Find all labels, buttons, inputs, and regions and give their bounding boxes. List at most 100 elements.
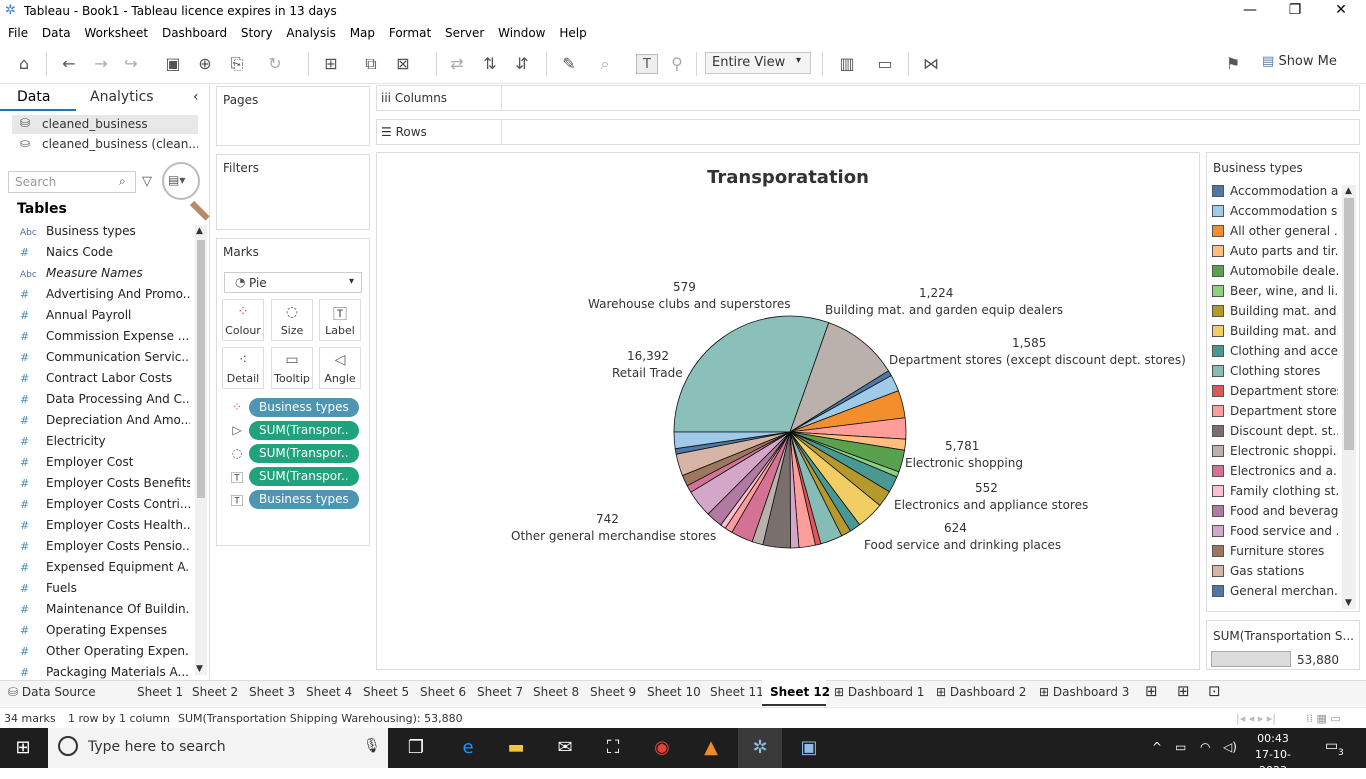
taskbar-clock[interactable]: 00:43 17-10-2023	[1248, 731, 1298, 779]
tab-data[interactable]: Data	[17, 89, 50, 105]
new-dashboard-icon[interactable]: ⊞	[1177, 682, 1190, 700]
colour-button[interactable]: ⁘ Colour	[222, 299, 264, 341]
tab-sheet-4[interactable]: Sheet 4	[306, 685, 352, 699]
swap-icon[interactable]: ⇄	[446, 54, 468, 74]
sort-descending-icon[interactable]: ⇵	[511, 54, 533, 74]
tab-analytics[interactable]: Analytics	[90, 89, 154, 105]
redo-icon[interactable]: →	[90, 54, 112, 74]
network-icon[interactable]: ▭	[1175, 740, 1186, 754]
sort-ascending-icon[interactable]: ⇅	[479, 54, 501, 74]
clear-sheet-icon[interactable]: ⊠	[392, 54, 414, 74]
legend-item[interactable]: Clothing and acce...	[1212, 344, 1338, 362]
datasource-item[interactable]: ⛁ cleaned_business	[12, 115, 198, 134]
field-item[interactable]: # Operating Expenses	[20, 623, 190, 643]
pause-updates-icon[interactable]: ⎘	[226, 54, 248, 74]
tab-sheet-9[interactable]: Sheet 9	[590, 685, 636, 699]
field-item[interactable]: Abc Measure Names	[20, 266, 190, 286]
scroll-up-icon[interactable]: ▲	[1345, 186, 1352, 196]
field-item[interactable]: # Advertising And Promo...	[20, 287, 190, 307]
sheet-sorter-icon[interactable]: ⁞⁞ ▦ ▭	[1306, 712, 1341, 725]
legend-item[interactable]: Accommodation a...	[1212, 184, 1338, 202]
new-worksheet-icon[interactable]: ⊞	[1145, 682, 1158, 700]
volume-icon[interactable]: ◁)	[1223, 740, 1237, 754]
legend-item[interactable]: Building mat. and...	[1212, 324, 1338, 342]
scrollbar-thumb[interactable]	[1344, 198, 1354, 450]
legend-item[interactable]: Auto parts and tir...	[1212, 244, 1338, 262]
scrollbar-thumb[interactable]	[197, 240, 205, 498]
minimize-button[interactable]: —	[1230, 2, 1270, 22]
legend-item[interactable]: Electronic shoppi...	[1212, 444, 1338, 462]
field-item[interactable]: # Employer Costs Health...	[20, 518, 190, 538]
scroll-down-icon[interactable]: ▼	[196, 664, 203, 674]
field-item[interactable]: # Fuels	[20, 581, 190, 601]
show-labels-icon[interactable]: T	[636, 54, 658, 74]
filters-card[interactable]: Filters	[216, 154, 370, 230]
legend-item[interactable]: Clothing stores	[1212, 364, 1338, 382]
datasource-item[interactable]: ⛀ cleaned_business (clean...	[12, 135, 198, 154]
new-story-icon[interactable]: ⊡	[1208, 682, 1221, 700]
cards-icon[interactable]: ▥	[836, 54, 858, 74]
legend-item[interactable]: Discount dept. st...	[1212, 424, 1338, 442]
scroll-down-icon[interactable]: ▼	[1345, 598, 1352, 608]
field-item[interactable]: # Employer Costs Contri...	[20, 497, 190, 517]
collapse-icon[interactable]: ‹	[193, 89, 199, 105]
tray-chevron-icon[interactable]: ^	[1152, 740, 1162, 754]
menu-window[interactable]: Window	[493, 24, 550, 40]
legend-item[interactable]: Family clothing st...	[1212, 484, 1338, 502]
menu-story[interactable]: Story	[236, 24, 278, 40]
field-item[interactable]: # Expensed Equipment A...	[20, 560, 190, 580]
tab-sheet-6[interactable]: Sheet 6	[420, 685, 466, 699]
tableau-taskbar-icon[interactable]: ✲	[747, 736, 773, 760]
field-item[interactable]: # Employer Cost	[20, 455, 190, 475]
replay-icon[interactable]: ↪	[120, 54, 142, 74]
new-worksheet-icon[interactable]: ⊞	[320, 54, 342, 74]
tab-sheet-3[interactable]: Sheet 3	[249, 685, 295, 699]
windows-start-icon[interactable]: ⊞	[10, 736, 36, 760]
vlc-icon[interactable]: ▲	[698, 736, 724, 760]
rows-shelf[interactable]: ☰ Rows	[376, 119, 1360, 145]
legend-item[interactable]: Food service and ...	[1212, 524, 1338, 542]
field-item[interactable]: # Contract Labor Costs	[20, 371, 190, 391]
view-options-icon[interactable]: ▤▾	[168, 173, 185, 187]
tab-dashboard-3[interactable]: ⊞ Dashboard 3	[1039, 685, 1129, 699]
mark-pill-label-2[interactable]: Business types	[249, 490, 359, 509]
new-datasource-icon[interactable]: ⊕	[194, 54, 216, 74]
undo-icon[interactable]: ←	[58, 54, 80, 74]
tab-sheet-5[interactable]: Sheet 5	[363, 685, 409, 699]
menu-file[interactable]: File	[3, 24, 33, 40]
menu-map[interactable]: Map	[345, 24, 380, 40]
field-item[interactable]: # Employer Costs Benefits	[20, 476, 190, 496]
field-item[interactable]: # Depreciation And Amo...	[20, 413, 190, 433]
filter-icon[interactable]: ▽	[142, 174, 152, 189]
tab-sheet-12[interactable]: Sheet 12	[770, 685, 830, 699]
presentation-icon[interactable]: ▭	[874, 54, 896, 74]
mark-pill-colour[interactable]: Business types	[249, 398, 359, 417]
menu-help[interactable]: Help	[554, 24, 591, 40]
save-icon[interactable]: ▣	[162, 54, 184, 74]
wifi-icon[interactable]: ◠	[1200, 740, 1210, 754]
view-mode-select[interactable]: Entire View ▾	[705, 52, 811, 74]
legend-item[interactable]: Accommodation s...	[1212, 204, 1338, 222]
format-painter-icon[interactable]: ⚑	[1222, 54, 1244, 74]
tab-sheet-1[interactable]: Sheet 1	[137, 685, 183, 699]
legend-item[interactable]: Department store...	[1212, 404, 1338, 422]
fix-axes-icon[interactable]: ⚲	[666, 54, 688, 74]
detail-button[interactable]: ⁖ Detail	[222, 347, 264, 389]
label-button[interactable]: 🅃 Label	[319, 299, 361, 341]
sheet-nav-icon[interactable]: |◂ ◂ ▸ ▸|	[1236, 712, 1276, 725]
angle-button[interactable]: ◁ Angle	[319, 347, 361, 389]
field-item[interactable]: # Naics Code	[20, 245, 190, 265]
scroll-up-icon[interactable]: ▲	[196, 226, 203, 236]
legend-item[interactable]: Gas stations	[1212, 564, 1338, 582]
field-item[interactable]: # Annual Payroll	[20, 308, 190, 328]
mark-pill-angle[interactable]: SUM(Transpor..	[249, 421, 359, 440]
tab-data-source[interactable]: ⛁ Data Source	[8, 685, 96, 699]
columns-shelf[interactable]: iii Columns	[376, 85, 1360, 111]
menu-data[interactable]: Data	[37, 24, 76, 40]
home-icon[interactable]: ⌂	[13, 54, 35, 74]
field-item[interactable]: # Data Processing And C...	[20, 392, 190, 412]
tooltip-button[interactable]: ▭ Tooltip	[271, 347, 313, 389]
edge-icon[interactable]: e	[455, 736, 481, 760]
menu-server[interactable]: Server	[440, 24, 489, 40]
tab-dashboard-2[interactable]: ⊞ Dashboard 2	[936, 685, 1026, 699]
